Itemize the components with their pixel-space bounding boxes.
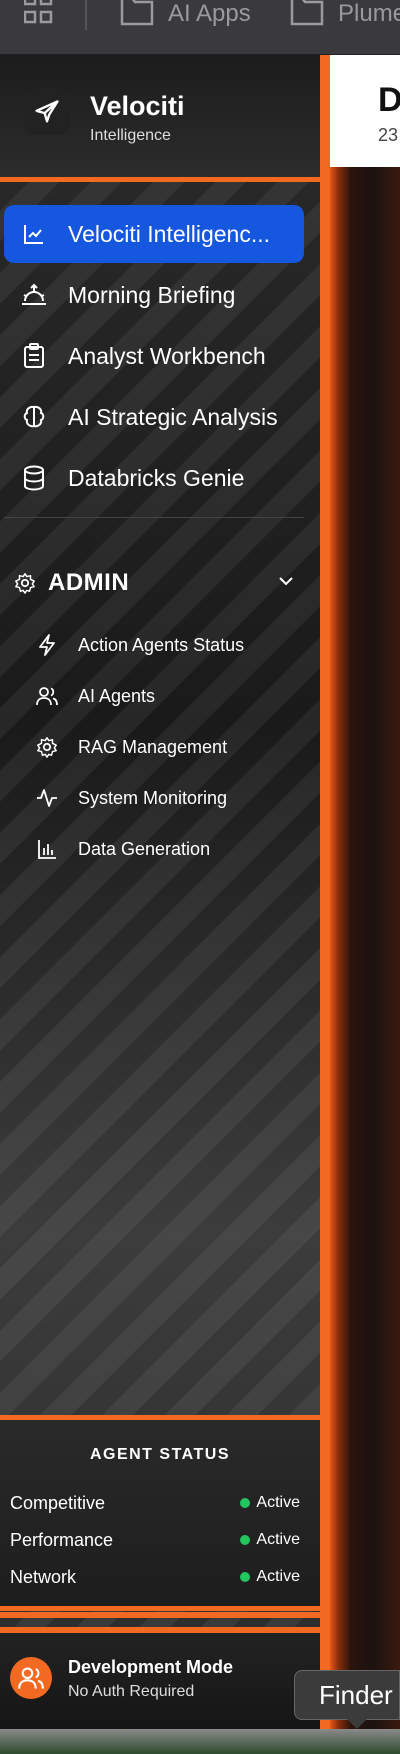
admin-label: ADMIN [48, 569, 130, 596]
admin-item-label: System Monitoring [78, 787, 228, 808]
agent-status-panel: AGENT STATUS Competitive Active Performa… [0, 1415, 320, 1611]
clipboard-icon [20, 342, 48, 370]
folder-label: Plume [338, 0, 400, 27]
agent-name: Performance [10, 1529, 114, 1550]
line-chart-icon [20, 220, 48, 248]
nav-item-label: Databricks Genie [68, 464, 245, 491]
admin-item-rag-management[interactable]: RAG Management [36, 722, 306, 772]
sidebar-border [320, 55, 330, 1735]
cog-icon [36, 736, 58, 758]
folder-icon [120, 0, 154, 26]
dev-mode-subtitle: No Auth Required [68, 1683, 195, 1700]
admin-item-label: Data Generation [78, 838, 211, 859]
brain-icon [20, 403, 48, 431]
lightning-icon [36, 634, 58, 656]
brand-name: Velociti [90, 91, 185, 121]
agent-state: Active [256, 1531, 300, 1548]
brand-subtitle: Intelligence [90, 127, 171, 144]
bar-chart-icon [36, 838, 58, 860]
accent-divider [0, 1612, 320, 1618]
main-header: D 23 [330, 55, 400, 167]
nav-divider [4, 517, 304, 518]
brand-header[interactable]: Velociti Intelligence [0, 55, 320, 182]
admin-item-label: RAG Management [78, 736, 228, 757]
grid-icon[interactable] [24, 0, 54, 28]
agent-state: Active [256, 1568, 300, 1585]
folder-ai-apps[interactable]: AI Apps [120, 0, 251, 28]
activity-icon [36, 787, 58, 809]
users-icon [10, 1657, 52, 1699]
nav-item-morning-briefing[interactable]: Morning Briefing [4, 266, 304, 324]
agent-name: Network [10, 1566, 77, 1587]
nav-item-ai-strategic-analysis[interactable]: AI Strategic Analysis [4, 388, 304, 446]
admin-item-data-generation[interactable]: Data Generation [36, 824, 306, 874]
nav-item-label: AI Strategic Analysis [68, 403, 278, 430]
sidebar: Velociti Intelligence Velociti Intellige… [0, 55, 320, 1735]
folder-plume[interactable]: Plume [290, 0, 400, 28]
status-badge: Active [240, 1568, 300, 1586]
page-subtitle: 23 [378, 125, 399, 145]
main-nav: Velociti Intelligenc... Morning Briefing… [0, 205, 320, 510]
nav-item-label: Velociti Intelligenc... [68, 220, 271, 247]
agent-status-row: Performance Active [10, 1525, 300, 1555]
dev-mode-title: Development Mode [68, 1657, 234, 1677]
agent-status-title: AGENT STATUS [89, 1446, 231, 1463]
database-icon [20, 464, 48, 492]
agent-status-row: Competitive Active [10, 1488, 300, 1518]
admin-section-toggle[interactable]: ADMIN [14, 561, 304, 605]
admin-item-action-agents-status[interactable]: Action Agents Status [36, 620, 306, 670]
status-badge: Active [240, 1531, 300, 1549]
status-badge: Active [240, 1494, 300, 1512]
status-dot-icon [240, 1498, 251, 1508]
agent-status-row: Network Active [10, 1562, 300, 1592]
agent-name: Competitive [10, 1492, 106, 1513]
plane-icon [24, 89, 70, 135]
admin-item-system-monitoring[interactable]: System Monitoring [36, 773, 306, 823]
admin-item-ai-agents[interactable]: AI Agents [36, 671, 306, 721]
admin-item-label: AI Agents [78, 685, 156, 706]
nav-item-analyst-workbench[interactable]: Analyst Workbench [4, 327, 304, 385]
agent-state: Active [256, 1494, 300, 1511]
status-dot-icon [240, 1572, 251, 1582]
toolbar-separator [85, 0, 87, 30]
gear-icon [15, 573, 35, 594]
admin-item-label: Action Agents Status [78, 634, 245, 655]
folder-icon [290, 0, 324, 26]
sunrise-icon [20, 281, 48, 309]
page-title: D [378, 81, 400, 119]
users-icon [36, 685, 58, 707]
chevron-down-icon [279, 577, 293, 586]
nav-item-label: Morning Briefing [68, 281, 236, 308]
main-content: D 23 [330, 55, 400, 1735]
admin-nav: Action Agents Status AI Agents RAG Manag… [36, 620, 306, 875]
nav-item-label: Analyst Workbench [68, 342, 266, 369]
status-dot-icon [240, 1535, 251, 1545]
dock [0, 1729, 400, 1754]
dev-mode-panel[interactable]: Development Mode No Auth Required [0, 1633, 320, 1729]
nav-item-velociti-intelligence[interactable]: Velociti Intelligenc... [4, 205, 304, 263]
dock-tooltip: Finder [294, 1670, 400, 1729]
nav-item-databricks-genie[interactable]: Databricks Genie [4, 449, 304, 507]
folder-label: AI Apps [168, 0, 251, 27]
top-toolbar: AI Apps Plume [0, 0, 400, 55]
